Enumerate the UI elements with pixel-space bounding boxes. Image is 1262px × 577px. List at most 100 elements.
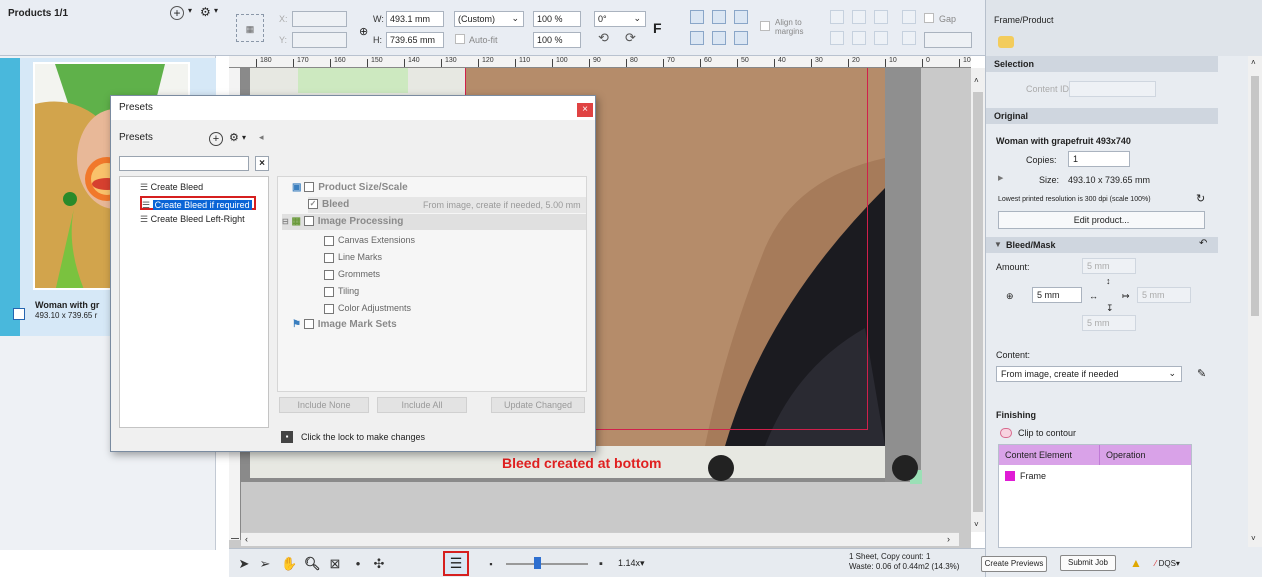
include-all-button[interactable]: Include All bbox=[377, 397, 467, 413]
color-adj-checkbox[interactable] bbox=[324, 303, 334, 314]
gear-dropdown-icon[interactable]: ▾ bbox=[214, 6, 218, 15]
option-image-mark-sets[interactable]: ⚑ Image Mark Sets bbox=[292, 317, 397, 333]
image-processing-checkbox[interactable] bbox=[303, 216, 314, 227]
tree-item-create-bleed-left-right[interactable]: ☰ Create Bleed Left-Right bbox=[140, 212, 245, 226]
horizontal-scrollbar[interactable]: ‹ › bbox=[241, 532, 959, 546]
align-middle-icon[interactable] bbox=[712, 10, 726, 24]
clear-search-icon[interactable]: × bbox=[255, 156, 269, 171]
bleed-right-input[interactable]: 5 mm bbox=[1137, 287, 1191, 303]
direct-select-icon[interactable]: ➢ bbox=[258, 557, 272, 571]
scroll-down-icon[interactable]: ˅ bbox=[974, 520, 979, 529]
scroll-up-icon[interactable]: ˄ bbox=[974, 76, 979, 85]
include-none-button[interactable]: Include None bbox=[279, 397, 369, 413]
rotate-left-icon[interactable]: ⟲ bbox=[598, 30, 609, 46]
align-bottom-icon[interactable] bbox=[734, 10, 748, 24]
option-line-marks[interactable]: Line Marks bbox=[324, 249, 382, 265]
copies-input[interactable]: 1 bbox=[1068, 151, 1130, 167]
zoom-icon[interactable]: 🔍︎ bbox=[304, 557, 321, 571]
refresh-icon[interactable]: ↻ bbox=[1196, 192, 1205, 205]
dqs-indicator[interactable]: ⁄ DQS▾ bbox=[1155, 559, 1180, 568]
bleed-bottom-input[interactable]: 5 mm bbox=[1082, 315, 1136, 331]
expand-size-icon[interactable]: ▶ bbox=[998, 174, 1003, 182]
frame-tool-icon[interactable]: ⊠ bbox=[328, 557, 342, 571]
table-row[interactable]: Frame bbox=[1003, 469, 1189, 483]
option-bleed[interactable]: ✓ Bleed From image, create if needed, 5.00… bbox=[308, 197, 586, 213]
mark-sets-checkbox[interactable] bbox=[303, 319, 314, 330]
option-product-size[interactable]: ▣ Product Size/Scale bbox=[292, 180, 408, 196]
bleed-checkbox[interactable]: ✓ bbox=[308, 199, 318, 210]
arrow-select-icon[interactable]: ➤ bbox=[237, 557, 251, 571]
x-input[interactable] bbox=[292, 11, 347, 27]
tab-frame-product[interactable]: Frame/Product bbox=[994, 15, 1054, 25]
distribute-v2-icon[interactable] bbox=[852, 31, 866, 45]
link-proportions-icon[interactable]: ⊕ bbox=[359, 25, 368, 38]
add-dropdown-icon[interactable]: ▾ bbox=[188, 6, 192, 15]
zoom-slider[interactable] bbox=[506, 563, 588, 565]
align-margins-checkbox[interactable] bbox=[760, 21, 770, 31]
zoom-out-icon[interactable]: ▪ bbox=[484, 557, 498, 571]
scroll-left-icon[interactable]: ‹ bbox=[245, 534, 248, 544]
rotate-right-icon[interactable]: ⟳ bbox=[625, 30, 636, 46]
bleed-top-input[interactable]: 5 mm bbox=[1082, 258, 1136, 274]
column-content-element[interactable]: Content Element bbox=[1005, 450, 1072, 460]
scroll-up-icon[interactable]: ˄ bbox=[1251, 58, 1256, 67]
warning-icon[interactable]: ▲ bbox=[1130, 556, 1142, 570]
line-marks-checkbox[interactable] bbox=[324, 252, 334, 263]
add-preset-icon[interactable]: + bbox=[209, 132, 223, 146]
space-v-icon[interactable] bbox=[902, 31, 916, 45]
flip-icon[interactable]: F bbox=[653, 20, 662, 36]
marker-icon[interactable]: • bbox=[351, 557, 365, 571]
align-left-icon[interactable] bbox=[690, 31, 704, 45]
expand-icon[interactable]: ⊟ bbox=[282, 217, 289, 226]
option-image-processing[interactable]: ⊟ ▦ Image Processing bbox=[282, 214, 586, 230]
column-operation[interactable]: Operation bbox=[1106, 450, 1146, 460]
update-changed-button[interactable]: Update Changed bbox=[491, 397, 585, 413]
gear-icon[interactable]: ⚙ bbox=[200, 5, 211, 19]
gear-icon[interactable]: ⚙ bbox=[229, 131, 239, 144]
create-previews-button[interactable]: Create Previews bbox=[981, 556, 1047, 572]
frame-product-icon[interactable] bbox=[998, 36, 1014, 48]
height-input[interactable]: 739.65 mm bbox=[386, 32, 444, 48]
zoom-slider-thumb[interactable] bbox=[534, 557, 541, 569]
size-preset-select[interactable]: (Custom) ⌄ bbox=[454, 11, 524, 27]
zoom-in-icon[interactable]: ▪ bbox=[594, 557, 608, 571]
hand-icon[interactable]: ✋ bbox=[281, 557, 297, 571]
gap-checkbox[interactable] bbox=[924, 13, 934, 23]
tree-item-create-bleed[interactable]: ☰ Create Bleed bbox=[140, 180, 203, 194]
preset-search-input[interactable] bbox=[119, 156, 249, 171]
gap-input[interactable] bbox=[924, 32, 972, 48]
zoom-level[interactable]: 1.14x▾ bbox=[618, 558, 645, 569]
clip-contour-icon[interactable] bbox=[1000, 428, 1012, 438]
rotation-select[interactable]: 0° ⌄ bbox=[594, 11, 646, 27]
gear-dropdown-icon[interactable]: ▾ bbox=[242, 133, 246, 142]
link-bleed-icon[interactable]: ⊕ bbox=[1006, 291, 1014, 302]
distribute-h1-icon[interactable] bbox=[830, 10, 844, 24]
y-input[interactable] bbox=[292, 32, 347, 48]
scale-y-input[interactable]: 100 % bbox=[533, 32, 581, 48]
close-icon[interactable]: × bbox=[577, 103, 593, 117]
content-select[interactable]: From image, create if needed ⌄ bbox=[996, 366, 1182, 382]
pencil-icon[interactable]: ✎ bbox=[1197, 367, 1206, 380]
edit-product-button[interactable]: Edit product... bbox=[998, 211, 1205, 229]
submit-job-button[interactable]: Submit Job bbox=[1060, 555, 1116, 571]
crosshair-icon[interactable]: ✣ bbox=[372, 557, 386, 571]
scroll-thumb[interactable] bbox=[1251, 76, 1259, 316]
width-input[interactable]: 493.1 mm bbox=[386, 11, 444, 27]
distribute-v3-icon[interactable] bbox=[874, 31, 888, 45]
presets-tool-icon[interactable]: ☰ bbox=[443, 551, 469, 576]
canvas-ext-checkbox[interactable] bbox=[324, 235, 334, 246]
autofit-checkbox[interactable] bbox=[455, 34, 465, 44]
reset-icon[interactable]: ↶ bbox=[1199, 238, 1207, 249]
option-color-adjustments[interactable]: Color Adjustments bbox=[324, 300, 411, 316]
distribute-v1-icon[interactable] bbox=[830, 31, 844, 45]
scroll-right-icon[interactable]: › bbox=[947, 534, 950, 544]
selection-section-header[interactable]: Selection bbox=[986, 56, 1218, 72]
add-product-icon[interactable]: + bbox=[170, 6, 184, 20]
bleed-left-input[interactable]: 5 mm bbox=[1032, 287, 1082, 303]
option-tiling[interactable]: Tiling bbox=[324, 283, 359, 299]
content-id-input[interactable] bbox=[1069, 81, 1156, 97]
panel-scrollbar[interactable]: ˄ ˅ bbox=[1248, 56, 1262, 547]
vertical-scrollbar[interactable]: ˄ ˅ bbox=[971, 68, 985, 532]
distribute-h3-icon[interactable] bbox=[874, 10, 888, 24]
bleed-section-header[interactable]: ▼ Bleed/Mask ↶ bbox=[986, 237, 1218, 253]
